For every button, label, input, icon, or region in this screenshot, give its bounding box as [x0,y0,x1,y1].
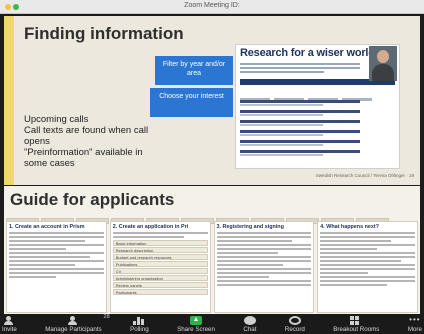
polling-icon [133,316,145,325]
guide-column-2: 2. Create an application in Pri Basic in… [109,221,211,313]
guide-column-1: 1. Create an account in Prism [6,221,107,313]
website-intro-text [240,63,360,75]
breakout-rooms-icon [350,316,362,325]
share-screen-button[interactable]: Share Screen [177,314,215,334]
meeting-toolbar: Invite 28 Manage Participants Polling Sh… [0,314,424,334]
slide-footer: Swedish Research Council / Teresa Ohling… [315,173,414,178]
record-icon [288,316,301,325]
guide-column-4: 4. What happens next? [317,221,418,313]
shared-slide-guide-for-applicants: Guide for applicants 1. Create an accoun… [4,186,420,314]
invite-label: Invite [2,326,17,333]
embedded-website-screenshot: Research for a wiser world [235,44,400,169]
slide-body-text: Upcoming calls Call texts are found when… [24,114,149,169]
presenter-video-thumbnail[interactable] [369,46,397,81]
share-screen-label: Share Screen [177,326,215,333]
guide-column-title: 3. Registering and signing [216,224,284,230]
polling-label: Polling [130,326,149,333]
guide-item: Administering organisation [112,275,208,281]
callout-interest: Choose your interest [150,88,233,117]
title-bar: Zoom Meeting ID: [0,0,424,14]
presenter-body [372,64,394,81]
guide-item: Basic information [112,240,208,246]
more-button[interactable]: ••• More [408,314,422,334]
shared-slide-finding-information: Finding information Filter by year and/o… [4,16,420,185]
breakout-rooms-label: Breakout Rooms [333,326,380,333]
guide-columns: 1. Create an account in Prism 2. Create … [6,221,418,313]
guide-item: CV [112,268,208,274]
chat-label: Chat [243,326,257,333]
guide-tab-strip [6,211,418,224]
guide-item: Publications [112,261,208,267]
callout-filter: Filter by year and/or area [155,56,233,85]
breakout-rooms-button[interactable]: Breakout Rooms [333,314,379,334]
manage-participants-button[interactable]: 28 Manage Participants [45,314,109,334]
guide-item: Research description [112,247,208,253]
website-title: Research for a wiser world [240,47,375,59]
polling-button[interactable]: Polling [130,314,149,334]
invite-icon [3,316,15,325]
website-call-list [240,100,390,160]
manage-participants-label: Manage Participants [45,326,102,333]
guide-column-title: 1. Create an account in Prism [9,224,85,230]
guide-column-title: 4. What happens next? [320,224,379,230]
website-filter-options [240,88,395,101]
more-label: More [407,326,422,333]
guide-column-3: 3. Registering and signing [213,221,315,313]
guide-item: Budget and research resources [112,254,208,260]
record-label: Record [284,326,305,333]
chat-button[interactable]: Chat [243,314,256,334]
slide-heading: Finding information [24,24,184,43]
chat-icon [243,316,256,325]
guide-column-title: 2. Create an application in Pri [112,224,189,230]
more-icon: ••• [409,315,421,324]
guide-item: Participants [112,289,208,295]
presenter-head [377,50,389,63]
window-title: Zoom Meeting ID: [184,2,240,9]
invite-button[interactable]: Invite [2,314,17,334]
guide-item: Review panels [112,282,208,288]
share-screen-icon [190,316,203,325]
participant-count: 28 [103,314,110,320]
slide-heading-guide: Guide for applicants [10,190,175,209]
zoom-window: Zoom Meeting ID: Finding information Fil… [0,0,424,334]
slide-accent-bar [4,16,14,185]
record-button[interactable]: Record [285,314,305,334]
participants-icon [67,316,79,325]
